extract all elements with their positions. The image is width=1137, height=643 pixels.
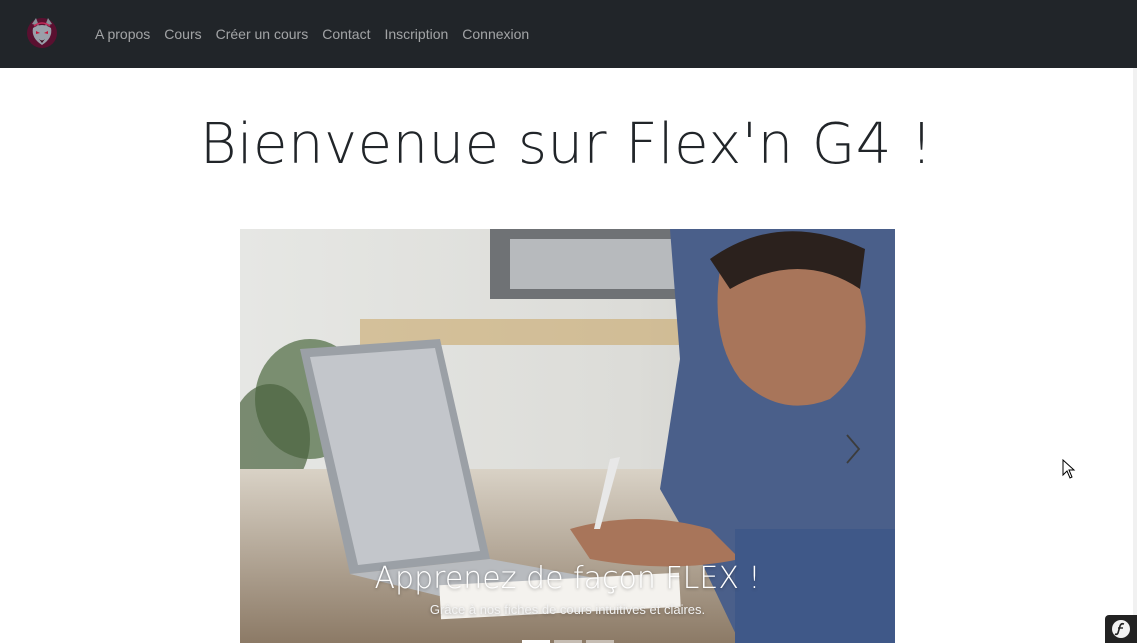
nav-link-register[interactable]: Inscription <box>384 26 448 42</box>
nav-link-about[interactable]: A propos <box>95 26 150 42</box>
debug-toolbar-toggle[interactable] <box>1105 615 1137 643</box>
navbar: A propos Cours Créer un cours Contact In… <box>0 0 1137 68</box>
nav-link-login[interactable]: Connexion <box>462 26 529 42</box>
hero-carousel: Apprenez de façon FLEX ! Grâce à nos fic… <box>240 229 895 643</box>
wolf-logo-icon[interactable] <box>24 14 60 50</box>
nav-link-courses[interactable]: Cours <box>164 26 201 42</box>
nav-links: A propos Cours Créer un cours Contact In… <box>95 0 529 68</box>
page-title: Bienvenue sur Flex'n G4 ! <box>199 112 934 177</box>
mouse-cursor-icon <box>1062 459 1076 479</box>
carousel-caption-title: Apprenez de façon FLEX ! <box>374 561 761 596</box>
carousel-caption: Apprenez de façon FLEX ! Grâce à nos fic… <box>240 561 895 617</box>
carousel-caption-text: Grâce à nos fiches de cours intuitives e… <box>429 602 706 617</box>
symfony-logo-icon <box>1112 620 1130 638</box>
nav-link-create-course[interactable]: Créer un cours <box>216 26 309 42</box>
page-scrollbar[interactable] <box>1133 68 1137 643</box>
chevron-right-icon <box>846 434 861 464</box>
carousel-next-button[interactable] <box>838 429 868 469</box>
nav-link-contact[interactable]: Contact <box>322 26 370 42</box>
